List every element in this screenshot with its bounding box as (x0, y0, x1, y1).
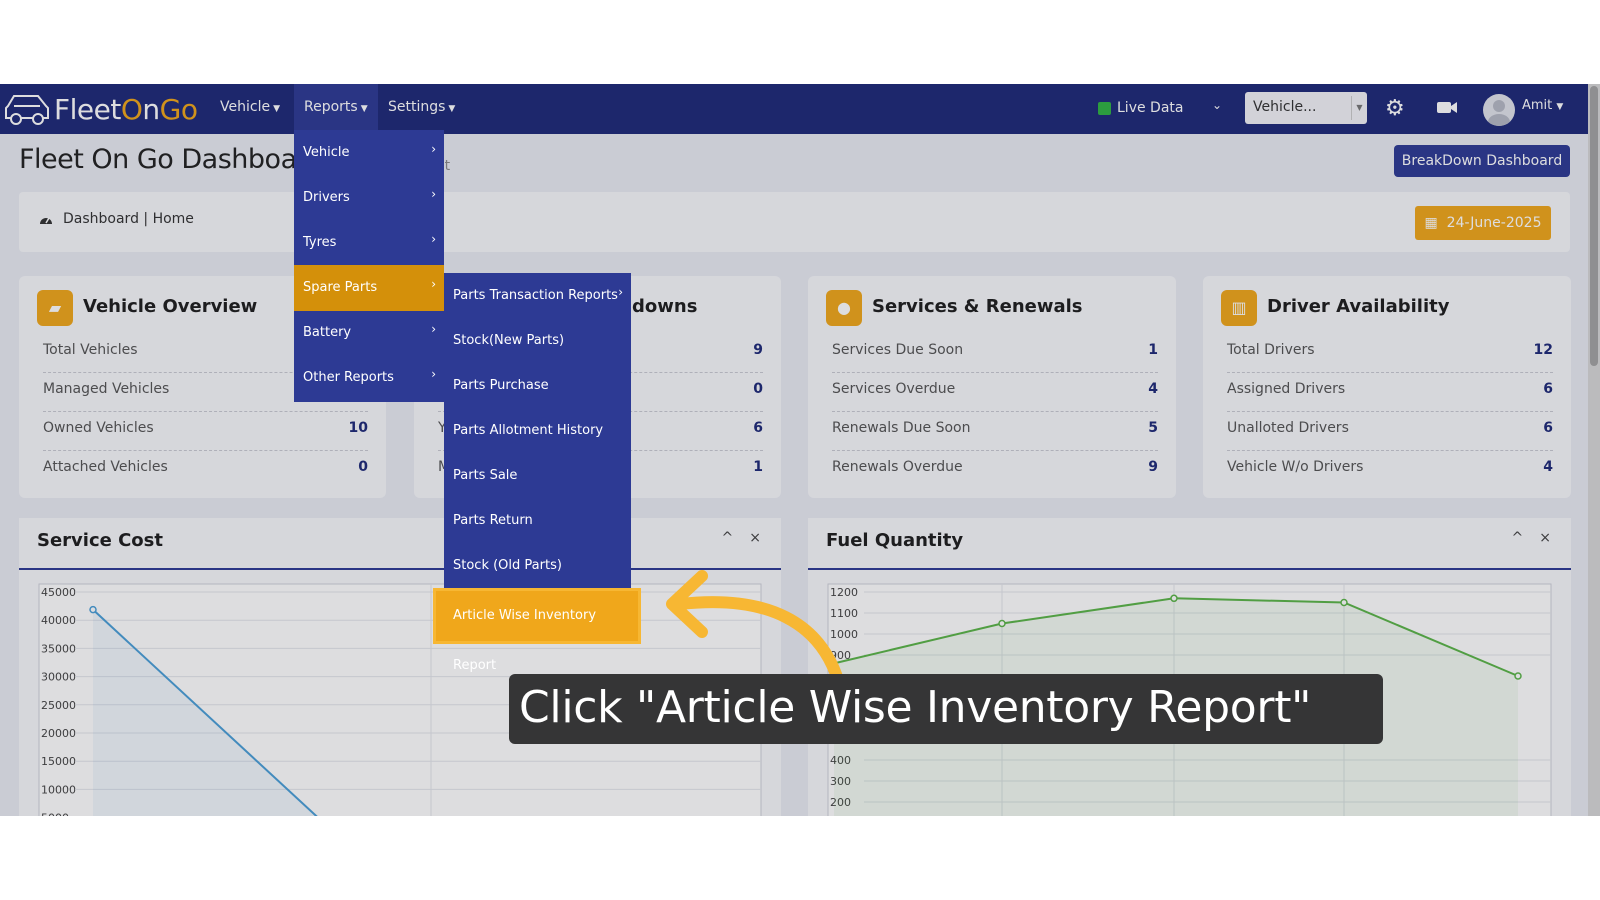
chevron-down-icon: ▼ (1556, 102, 1564, 112)
submenu-parts-allotment-history[interactable]: Parts Allotment History (444, 408, 631, 454)
submenu-parts-transaction-reports[interactable]: Parts Transaction Reports › (444, 273, 631, 319)
card-title: downs (632, 296, 698, 317)
page-scrollbar[interactable] (1588, 84, 1600, 816)
data-point (89, 605, 97, 614)
bar-chart-icon: ▥ (1221, 290, 1257, 326)
page-title: Fleet On Go Dashboa (19, 144, 297, 175)
nav-reports[interactable]: Reports ▼ (294, 84, 378, 134)
chevron-right-icon: › (431, 367, 436, 381)
menu-item-spare-parts[interactable]: Spare Parts › (294, 265, 444, 311)
submenu-parts-return[interactable]: Parts Return (444, 498, 631, 544)
collapse-icon[interactable]: ^ (722, 530, 734, 546)
breadcrumb-bar: Dashboard | Home ▦ 24-June-2025 (19, 192, 1570, 252)
logo-text: FleetOnGo (54, 92, 198, 126)
menu-item-other-reports[interactable]: Other Reports › (294, 355, 444, 401)
nav-settings[interactable]: Settings ▼ (378, 84, 465, 134)
fleetongo-logo[interactable]: FleetOnGo (4, 90, 198, 128)
avatar[interactable] (1483, 94, 1515, 126)
close-icon[interactable]: × (1539, 530, 1551, 546)
submenu-parts-purchase[interactable]: Parts Purchase (444, 363, 631, 409)
stat-row: Services Due Soon 1 (832, 334, 1158, 373)
breakdown-dashboard-button[interactable]: BreakDown Dashboard (1394, 145, 1570, 177)
stat-row: Attached Vehicles 0 (43, 459, 368, 475)
dropdown-arrow-icon: ▼ (1351, 96, 1367, 120)
collapse-icon[interactable]: ^ (1512, 530, 1524, 546)
stat-row: Unalloted Drivers 6 (1227, 412, 1553, 451)
menu-item-tyres[interactable]: Tyres › (294, 220, 444, 266)
user-name[interactable]: Amit ▼ (1522, 98, 1563, 113)
y-tick-label: 5000 (41, 812, 69, 816)
chart-title: Fuel Quantity (826, 530, 964, 551)
chart-tools: ^ × (1496, 530, 1551, 546)
chevron-right-icon: › (431, 142, 436, 156)
vehicle-select[interactable]: Vehicle... ▼ (1245, 92, 1367, 124)
chevron-right-icon: › (431, 277, 436, 291)
submenu-parts-sale[interactable]: Parts Sale (444, 453, 631, 499)
stat-row: Vehicle W/o Drivers 4 (1227, 459, 1553, 475)
stat-row: Renewals Due Soon 5 (832, 412, 1158, 451)
card-title: Services & Renewals (872, 296, 1083, 317)
calendar-icon: ▦ (1424, 215, 1438, 231)
data-point (1340, 598, 1348, 607)
curved-arrow-icon (666, 570, 844, 686)
stat-row: Services Overdue 4 (832, 373, 1158, 412)
y-tick-label: 30000 (41, 671, 76, 684)
data-point (998, 619, 1006, 628)
y-tick-label: 40000 (41, 614, 76, 627)
stat-row: Renewals Overdue 9 (832, 459, 1158, 475)
date-picker-button[interactable]: ▦ 24-June-2025 (1415, 206, 1551, 240)
reports-dropdown-menu: Vehicle › Drivers › Tyres › Spare Parts › Ba… (294, 130, 444, 402)
close-icon[interactable]: × (749, 530, 761, 546)
fuel-quantity-chart-card: Fuel Quantity ^ × 1200 1100 1000 900 400 300 20… (808, 518, 1571, 816)
stat-row: Owned Vehicles 10 (43, 412, 368, 451)
nav-vehicle[interactable]: Vehicle ▼ (210, 84, 290, 134)
submenu-stock-new-parts[interactable]: Stock(New Parts) (444, 318, 631, 364)
checkbox-checked-icon (1098, 101, 1111, 115)
top-navbar: FleetOnGo Vehicle ▼ Reports ▼ Settings ▼ Li… (0, 84, 1588, 134)
data-point (1170, 594, 1178, 603)
driver-availability-card: ▥ Driver Availability Total Drivers 12 As… (1203, 276, 1571, 498)
services-renewals-card: ● Services & Renewals Services Due Soon 1… (808, 276, 1176, 498)
chevron-right-icon: › (618, 285, 623, 299)
breadcrumb-text[interactable]: Dashboard | Home (63, 211, 194, 227)
truck-icon: ▰ (37, 290, 73, 326)
instruction-callout: Click "Article Wise Inventory Report" (509, 674, 1383, 744)
app-frame: FleetOnGo Vehicle ▼ Reports ▼ Settings ▼ Li… (0, 84, 1600, 816)
menu-item-drivers[interactable]: Drivers › (294, 175, 444, 221)
dashboard-gauge-icon (40, 217, 52, 224)
submenu-article-wise-inventory-report[interactable]: Article Wise Inventory Report (433, 588, 641, 673)
y-tick-label: 10000 (41, 783, 76, 796)
gear-icon[interactable]: ⚙ (1385, 96, 1405, 121)
chart-tools: ^ × (706, 530, 761, 546)
truck-logo-icon (5, 95, 49, 125)
scrollbar-thumb[interactable] (1590, 86, 1598, 366)
chevron-down-icon: ▼ (448, 104, 456, 114)
card-title: Driver Availability (1267, 296, 1450, 317)
data-point (1514, 672, 1522, 680)
submenu-stock-old-parts[interactable]: Stock (Old Parts) (444, 543, 631, 589)
y-tick-label: 45000 (41, 586, 76, 599)
menu-item-battery[interactable]: Battery › (294, 310, 444, 356)
card-title: Vehicle Overview (83, 296, 258, 317)
stat-row: Assigned Drivers 6 (1227, 373, 1553, 412)
y-tick-label: 25000 (41, 699, 76, 712)
video-camera-icon[interactable] (1436, 96, 1458, 118)
menu-item-vehicle[interactable]: Vehicle › (294, 130, 444, 176)
y-tick-label: 35000 (41, 642, 76, 655)
stat-row: Total Drivers 12 (1227, 334, 1553, 373)
globe-icon: ● (826, 290, 862, 326)
breadcrumb: Dashboard | Home (39, 211, 194, 227)
chevron-down-icon[interactable]: ⌄ (1212, 98, 1222, 112)
spare-parts-submenu: Parts Transaction Reports › Stock(New Par… (444, 273, 631, 635)
chevron-right-icon: › (431, 187, 436, 201)
chart-title: Service Cost (37, 530, 163, 551)
live-data-toggle[interactable]: Live Data (1098, 100, 1183, 116)
chevron-down-icon: ▼ (360, 104, 368, 114)
y-tick-label: 15000 (41, 755, 76, 768)
y-tick-label: 20000 (41, 727, 76, 740)
chevron-down-icon: ▼ (273, 104, 280, 114)
chevron-right-icon: › (431, 232, 436, 246)
chevron-right-icon: › (431, 322, 436, 336)
